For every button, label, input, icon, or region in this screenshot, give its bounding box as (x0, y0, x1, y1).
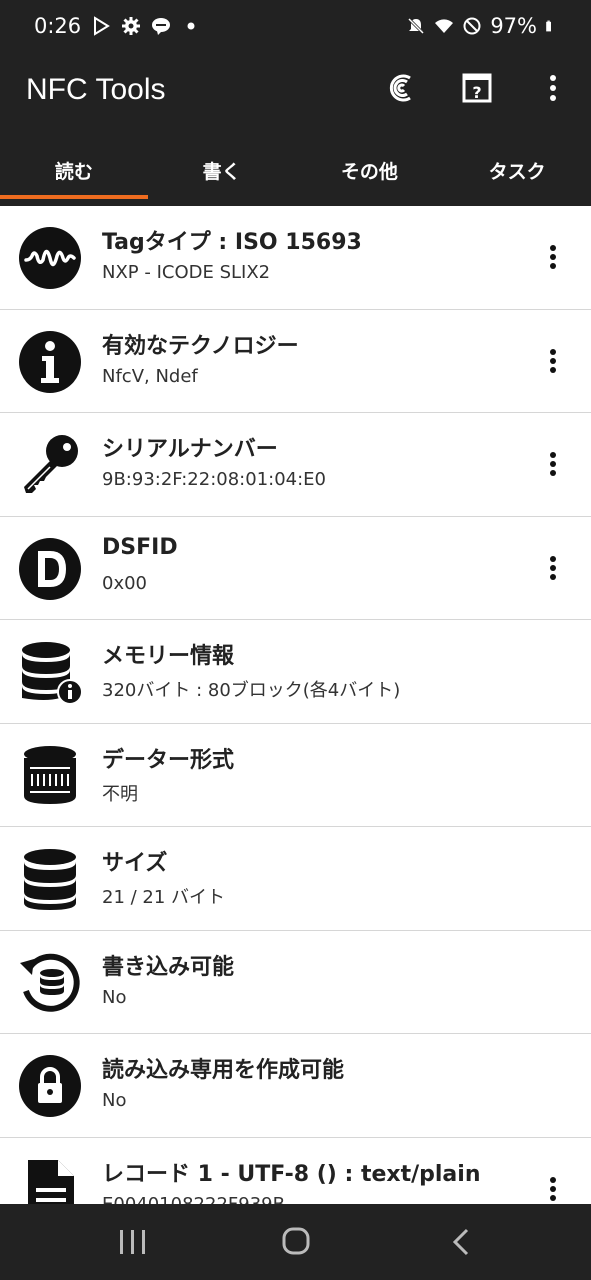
tab-other[interactable]: その他 (296, 134, 444, 206)
row-value: 不明 (102, 783, 138, 805)
database-info-icon (22, 642, 82, 704)
tab-write[interactable]: 書く (148, 134, 296, 206)
back-icon[interactable] (442, 1226, 482, 1258)
row-value: No (102, 1090, 127, 1111)
more-vert-icon[interactable] (541, 449, 565, 479)
row-value: NXP - ICODE SLIX2 (102, 262, 271, 283)
more-vert-icon (550, 75, 556, 101)
list-item[interactable]: データー形式 不明 (0, 724, 591, 827)
database-refresh-icon (20, 953, 80, 1012)
list-item[interactable]: Tagタイプ : ISO 15693 NXP - ICODE SLIX2 (0, 206, 591, 310)
more-vert-icon[interactable] (541, 346, 565, 376)
key-icon (24, 435, 78, 493)
more-vert-icon[interactable] (541, 553, 565, 583)
nfc-scan-button[interactable] (383, 70, 419, 106)
mute-icon (408, 17, 425, 35)
list-item[interactable]: DSFID 0x00 (0, 517, 591, 620)
list-item[interactable]: レコード 1 - UTF-8 () : text/plain E00401082… (0, 1138, 591, 1205)
system-nav-bar (0, 1204, 591, 1280)
d-letter-icon (19, 537, 81, 600)
lock-icon (19, 1055, 81, 1117)
overflow-menu-button[interactable] (535, 70, 571, 106)
row-value: No (102, 986, 127, 1008)
home-icon[interactable] (276, 1226, 316, 1258)
row-value: 21 / 21 バイト (102, 887, 226, 908)
tab-tasks[interactable]: タスク (443, 134, 591, 206)
row-value: NfcV, Ndef (102, 365, 198, 387)
list-item[interactable]: シリアルナンバー 9B:93:2F:22:08:01:04:E0 (0, 413, 591, 517)
database-format-icon (24, 745, 76, 804)
row-title: データー形式 (102, 747, 235, 773)
app-bar: NFC Tools ? (0, 56, 591, 134)
help-button[interactable]: ? (459, 70, 495, 106)
tab-bar: 読む 書く その他 タスク (0, 134, 591, 206)
recent-apps-icon[interactable] (112, 1226, 152, 1258)
row-value: E0040108222F939B (102, 1193, 285, 1205)
document-icon (28, 1159, 74, 1204)
row-title: Tagタイプ : ISO 15693 (102, 230, 362, 255)
more-vert-icon[interactable] (541, 1174, 565, 1204)
battery-percent: 97% (490, 14, 537, 38)
row-title: 読み込み専用を作成可能 (102, 1058, 345, 1083)
info-icon (19, 330, 81, 393)
row-title: サイズ (102, 851, 168, 876)
status-time: 0:26 (34, 14, 82, 38)
row-value: 320バイト : 80ブロック(各4バイト) (102, 680, 401, 701)
row-value: 9B:93:2F:22:08:01:04:E0 (102, 469, 327, 490)
notification-dot-icon (187, 22, 195, 30)
help-box-icon: ? (462, 73, 492, 103)
row-value: 0x00 (102, 572, 148, 594)
list-item[interactable]: メモリー情報 320バイト : 80ブロック(各4バイト) (0, 620, 591, 724)
more-vert-icon[interactable] (541, 242, 565, 272)
row-title: 有効なテクノロジー (102, 333, 299, 359)
list-item[interactable]: 書き込み可能 No (0, 931, 591, 1034)
row-title: シリアルナンバー (102, 437, 278, 462)
battery-icon (546, 20, 551, 32)
tab-read[interactable]: 読む (0, 134, 148, 206)
line-app-icon (152, 18, 171, 35)
status-bar: 0:26 97% (0, 0, 591, 56)
tag-info-list: Tagタイプ : ISO 15693 NXP - ICODE SLIX2 有効な… (0, 206, 591, 1204)
svg-text:?: ? (472, 83, 481, 102)
row-title: 書き込み可能 (102, 954, 235, 980)
waveform-icon (19, 227, 81, 289)
do-not-disturb-icon (463, 17, 481, 35)
list-item[interactable]: 読み込み専用を作成可能 No (0, 1034, 591, 1138)
row-title: レコード 1 - UTF-8 () : text/plain (102, 1161, 481, 1187)
app-title: NFC Tools (26, 73, 166, 106)
settings-gear-icon (122, 17, 141, 35)
database-icon (24, 849, 76, 910)
nfc-signal-icon (389, 74, 411, 102)
wifi-icon (435, 19, 454, 33)
row-title: メモリー情報 (102, 644, 235, 669)
row-title: DSFID (102, 534, 178, 560)
play-store-icon (94, 16, 111, 36)
list-item[interactable]: サイズ 21 / 21 バイト (0, 827, 591, 931)
list-item[interactable]: 有効なテクノロジー NfcV, Ndef (0, 310, 591, 413)
